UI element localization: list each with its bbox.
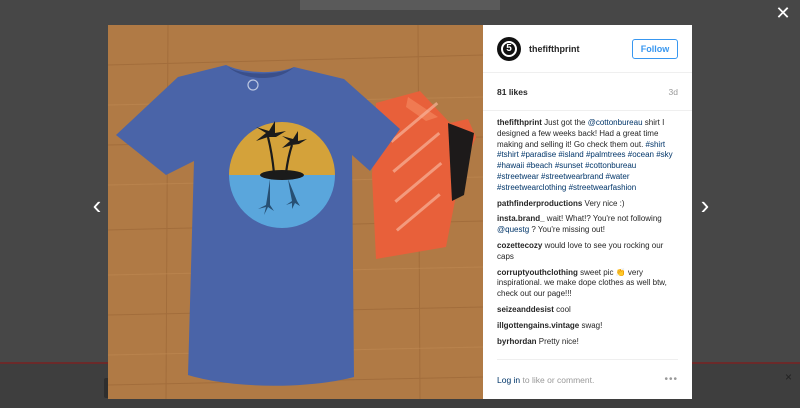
login-suffix: to like or comment. <box>520 374 595 385</box>
comment-user[interactable]: illgottengains.vintage <box>497 321 579 330</box>
avatar[interactable]: 5 <box>497 36 521 61</box>
post-time[interactable]: 3d <box>669 87 678 97</box>
comment-item: corruptyouthclothing sweet pic 👏 very in… <box>497 268 678 300</box>
caption-mention[interactable]: @cottonbureau <box>588 118 643 127</box>
comment-item: insta.brand_ wait! What!? You're not fol… <box>497 214 678 236</box>
comment-text: swag! <box>579 320 603 330</box>
comment-item: byrhordan Pretty nice! <box>497 337 678 348</box>
login-prompt: Log in to like or comment. <box>497 375 594 385</box>
tshirt-photo-illustration <box>108 25 483 399</box>
caption-text: Just got the <box>544 118 588 127</box>
comment-text: wait! What!? You're not following <box>544 214 662 224</box>
comment-item: cozettecozy would love to see you rockin… <box>497 241 678 263</box>
likes-row: 81 likes 3d <box>483 73 692 111</box>
background-header-strip <box>300 0 500 10</box>
comment-text: Very nice :) <box>582 198 625 208</box>
caption: thefifthprint Just got the @cottonbureau… <box>497 118 678 194</box>
comment-user[interactable]: pathfinderproductions <box>497 199 582 208</box>
comments-list: thefifthprint Just got the @cottonbureau… <box>483 111 692 359</box>
follow-button[interactable]: Follow <box>632 38 678 59</box>
next-arrow-icon[interactable]: › <box>692 192 718 220</box>
username[interactable]: thefifthprint <box>529 44 632 54</box>
caption-user[interactable]: thefifthprint <box>497 118 542 127</box>
comment-item: seizeanddesist cool <box>497 305 678 316</box>
likes-count[interactable]: 81 likes <box>497 87 528 97</box>
comment-mention[interactable]: @questg <box>497 225 529 234</box>
comment-user[interactable]: insta.brand_ <box>497 214 545 223</box>
comment-item: illgottengains.vintage swag! <box>497 321 678 332</box>
post-modal: 5 thefifthprint Follow 81 likes 3d thefi… <box>108 25 692 399</box>
comment-user[interactable]: seizeanddesist <box>497 305 554 314</box>
post-header: 5 thefifthprint Follow <box>483 25 692 73</box>
comment-text-after: ? You're missing out! <box>529 225 605 235</box>
background-close-icon: × <box>784 370 792 384</box>
post-details-panel: 5 thefifthprint Follow 81 likes 3d thefi… <box>483 25 692 399</box>
comment-text: cool <box>553 304 571 314</box>
comment-item: pathfinderproductions Very nice :) <box>497 199 678 210</box>
comment-user[interactable]: byrhordan <box>497 337 537 346</box>
more-options-icon[interactable]: ••• <box>664 374 678 385</box>
avatar-logo-icon: 5 <box>501 40 517 57</box>
previous-arrow-icon[interactable]: ‹ <box>84 192 110 220</box>
post-photo <box>108 25 483 399</box>
close-icon[interactable]: ✕ <box>772 2 794 24</box>
post-footer: Log in to like or comment. ••• <box>497 359 678 399</box>
login-link[interactable]: Log in <box>497 375 520 385</box>
comment-user[interactable]: corruptyouthclothing <box>497 268 578 277</box>
comment-text: Pretty nice! <box>536 336 579 346</box>
comment-user[interactable]: cozettecozy <box>497 241 542 250</box>
